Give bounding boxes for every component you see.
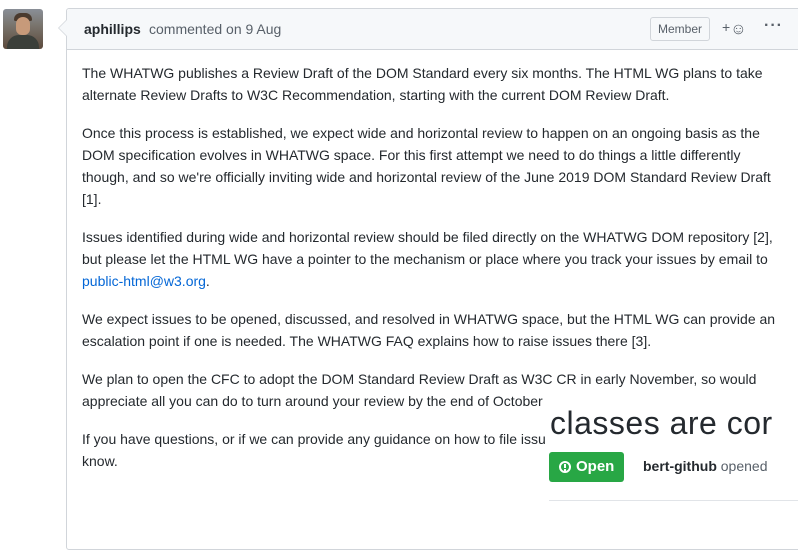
plus-icon: + [722, 19, 731, 35]
issue-opened-icon [559, 461, 571, 473]
issue-title[interactable]: classes are cor [550, 405, 773, 442]
issue-open-badge: Open [549, 452, 625, 482]
issue-opener-action: opened [720, 458, 768, 474]
paragraph-3-end: . [205, 273, 210, 289]
comment-timestamp[interactable]: commented on 9 Aug [149, 21, 281, 37]
more-options-icon[interactable]: ··· [764, 17, 783, 35]
issue-preview-overlay: classes are cor Open bert-github opened [545, 395, 798, 525]
smiley-icon: ☺ [730, 21, 747, 38]
paragraph-3-text: Issues identified during wide and horizo… [82, 229, 773, 267]
avatar[interactable] [3, 9, 43, 49]
comment-paragraph-2: Once this process is established, we exp… [82, 125, 771, 207]
comment-author-link[interactable]: aphillips [84, 21, 141, 37]
comment-paragraph-4: We expect issues to be opened, discussed… [82, 311, 776, 349]
overlay-divider [549, 500, 798, 501]
add-reaction-button[interactable]: +☺ [722, 19, 747, 39]
comment-header: aphillips commented on 9 Aug Member +☺ ·… [67, 9, 798, 50]
issue-opener: bert-github opened [643, 458, 767, 474]
email-link[interactable]: public-html@w3.org [82, 273, 206, 289]
avatar-face [16, 17, 30, 35]
avatar-body [7, 35, 39, 49]
issue-status-label: Open [576, 458, 615, 475]
issue-opener-user[interactable]: bert-github [643, 458, 717, 474]
comment-paragraph-3: Issues identified during wide and horizo… [82, 226, 788, 292]
member-badge: Member [650, 17, 711, 41]
comment-paragraph-1: The WHATWG publishes a Review Draft of t… [82, 65, 763, 103]
comment-arrow-inner [59, 20, 67, 36]
